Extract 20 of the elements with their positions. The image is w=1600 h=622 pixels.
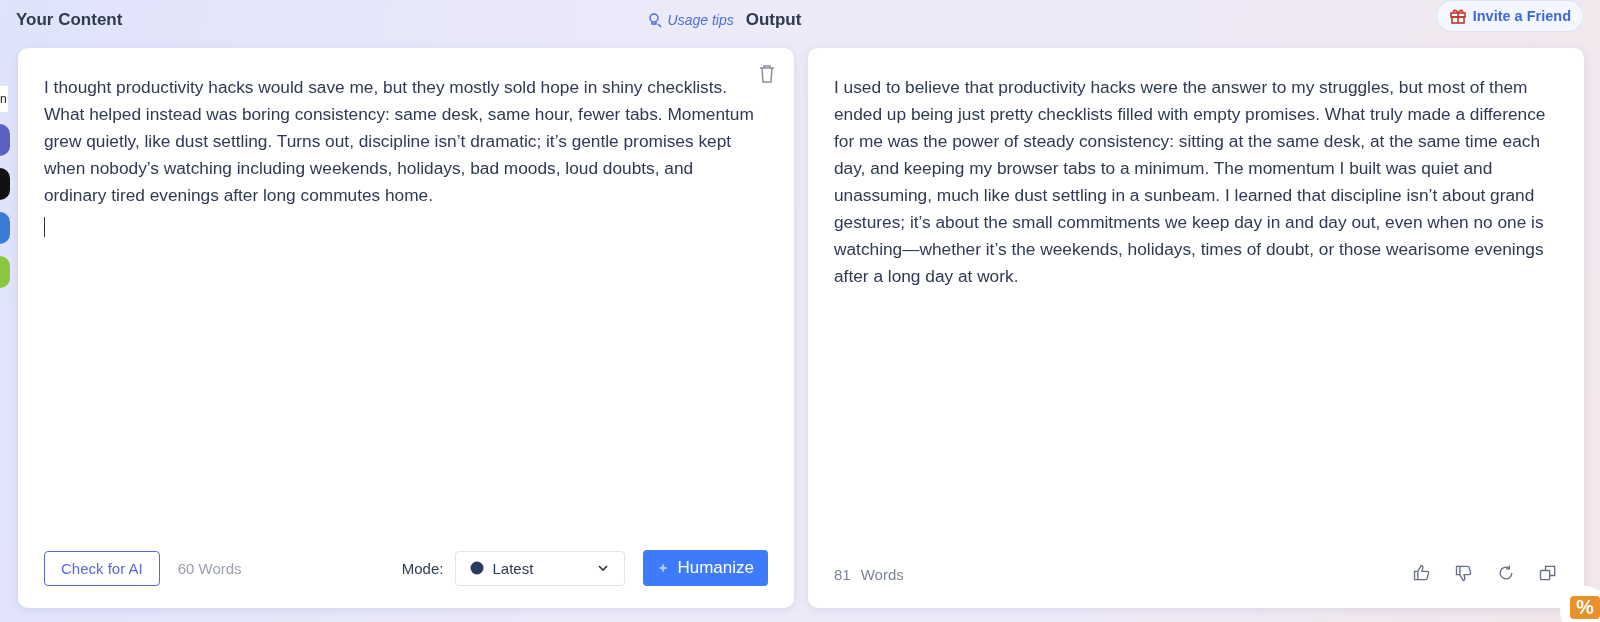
invite-button[interactable]: Invite a Friend [1435,0,1584,32]
gift-icon [1448,7,1467,25]
panel-title: Output [745,10,803,30]
panel-title: Your Content [16,10,123,30]
usage-tips-link[interactable]: Usage tips [667,12,734,28]
mode-dropdown[interactable]: Latest [455,550,626,586]
word-count: 60 Words [177,559,242,577]
output-text: I used to believe that productivity hacks were the answer to my struggles, but most of them ended up being just pretty checklists filled with empty promises. What truly made a difference for me was the power of steady consistency: sitting at the same desk, at the same time each day, and keeping my browser tabs to a minimum. The momentum I built was quiet and unassuming, much like dust settling in a sunbeam. I learned that discipline isn’t about grand gestures; it’s about the small commitments we keep day in and day out, even when no one is watching—whether it’s the weekends, holidays, times of doubt, or those wearisome evenings after a long day at work. [834,76,1547,288]
mode-label: Mode: [401,559,444,577]
text-cursor [44,217,45,237]
app-icon[interactable] [0,168,10,200]
input-text[interactable]: I thought productivity hacks would save me, but they mostly sold hope in shiny checklists. What helped instead was boring consistency: same desk, same hour, fewer tabs. Momentum grew quietly, like dust settling. Turns out, discipline isn’t dramatic; it’s gentle promises kept when nobody’s watching including weekends, holidays, bad moods, loud doubts, and ordinary tired evenings after long commutes home. [44,74,758,209]
discount-badge[interactable]: % [1570,596,1600,619]
word-count: 81 [834,566,851,583]
bulb-icon [646,12,663,28]
check-ai-button[interactable]: Check for AI [44,550,160,586]
trash-icon[interactable] [758,64,776,84]
cut-label: n [0,86,8,112]
humanize-button[interactable]: Humanize [643,550,768,586]
word-count-label: Words [860,566,904,583]
